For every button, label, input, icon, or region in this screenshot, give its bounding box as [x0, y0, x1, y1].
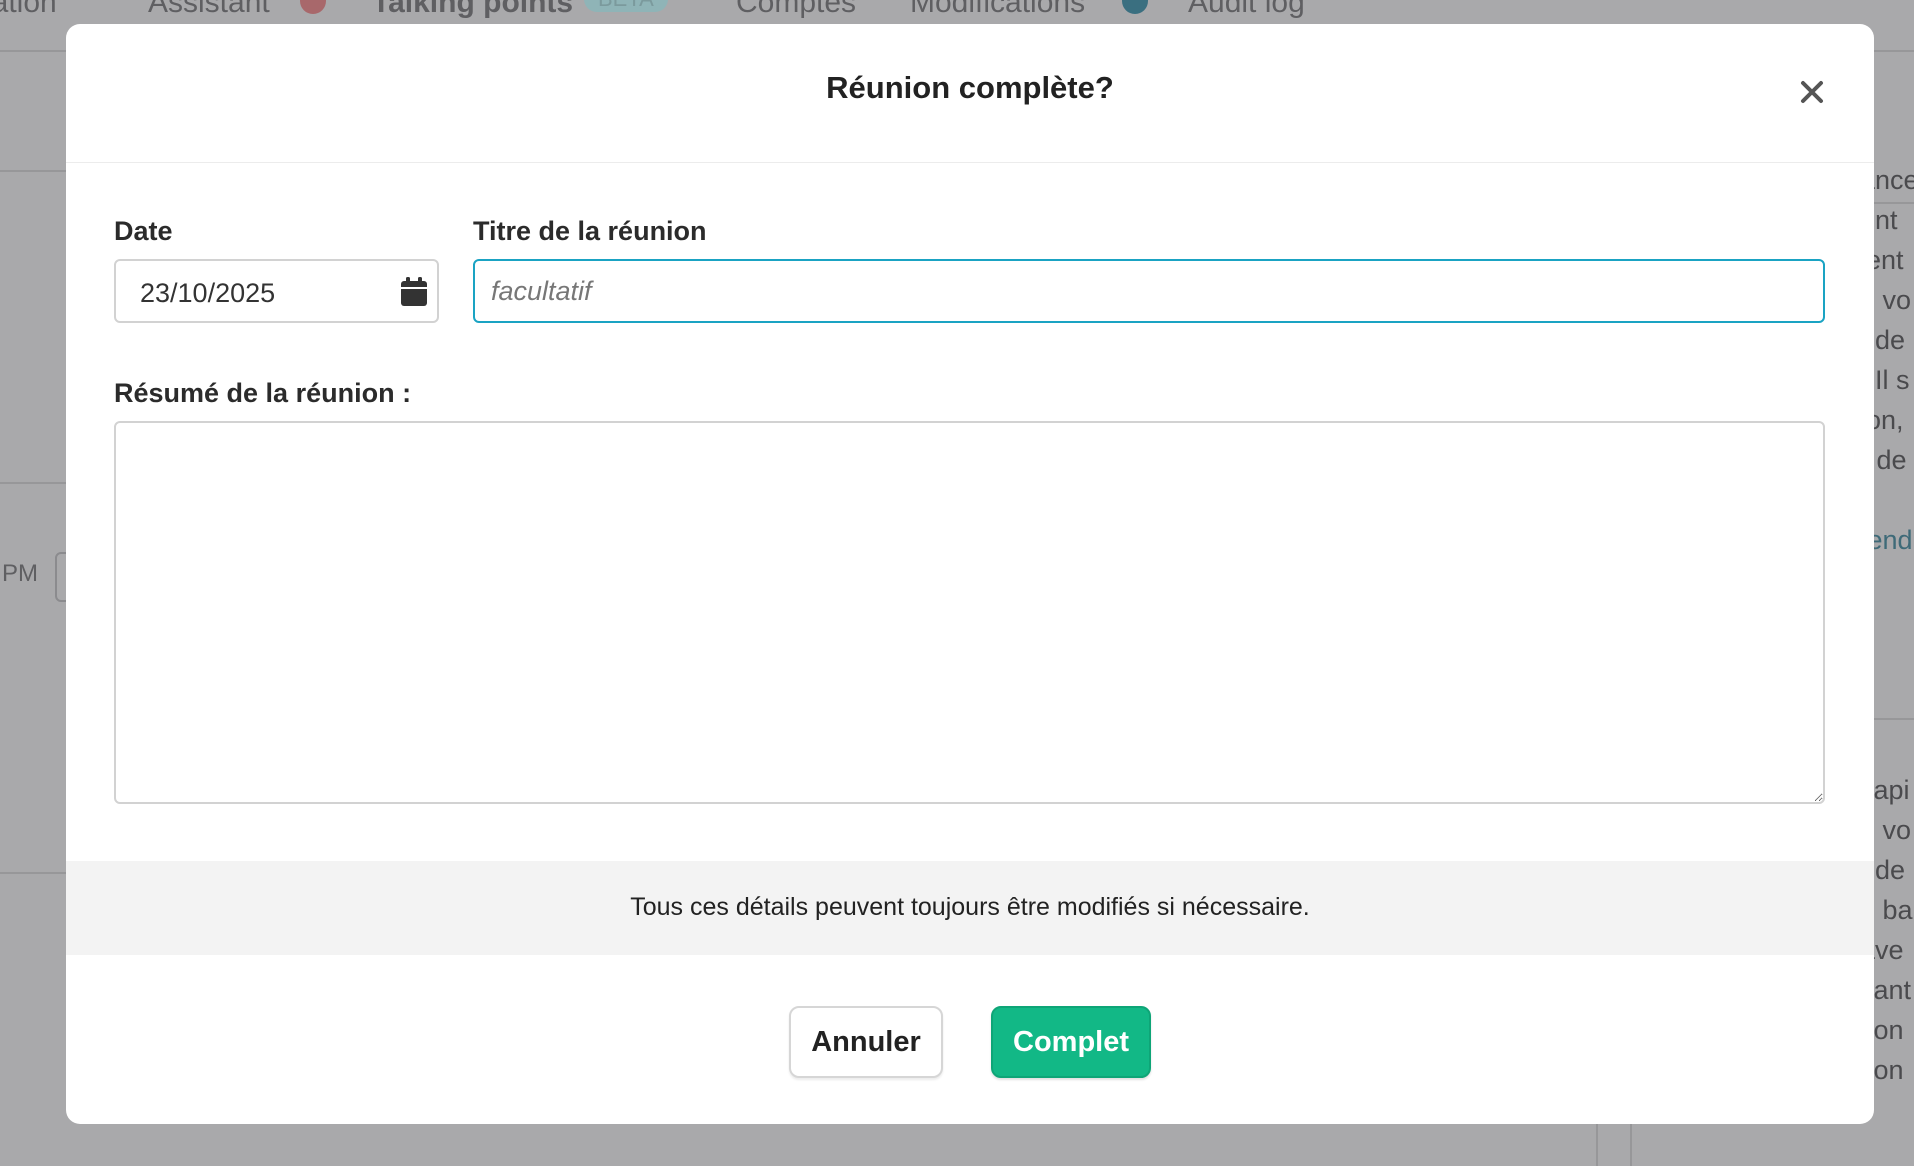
cancel-button[interactable]: Annuler	[789, 1006, 943, 1078]
bg-divider	[0, 872, 66, 874]
calendar-icon[interactable]	[400, 277, 428, 307]
bg-nav-item: Comptes	[736, 0, 857, 19]
complete-button[interactable]: Complet	[991, 1006, 1151, 1078]
date-value: 23/10/2025	[140, 278, 276, 308]
bg-divider	[0, 170, 66, 172]
summary-label: Résumé de la réunion :	[114, 378, 412, 408]
close-icon	[1801, 81, 1823, 103]
bg-divider	[0, 482, 66, 484]
bg-nav-item: Talking points	[372, 0, 574, 19]
info-band: Tous ces détails peuvent toujours être m…	[66, 861, 1874, 955]
dialog-header: Réunion complète?	[66, 24, 1874, 163]
bg-nav-badge-dot	[300, 0, 326, 14]
bg-nav-badge-dot	[1122, 0, 1148, 14]
bg-divider	[1630, 1124, 1632, 1166]
bg-time-fragment: PM	[2, 560, 38, 587]
date-field[interactable]: 23/10/2025	[114, 259, 439, 323]
bg-nav-item: ication	[0, 0, 57, 19]
bg-nav-item: Modifications	[910, 0, 1086, 19]
meeting-title-label: Titre de la réunion	[473, 216, 707, 246]
date-label: Date	[114, 216, 173, 246]
bg-divider	[1596, 1124, 1598, 1166]
bg-nav-item: Assistant	[148, 0, 270, 19]
bg-nav-beta-pill: BETA	[584, 0, 668, 12]
dialog-title: Réunion complète?	[826, 70, 1114, 105]
meeting-title-input[interactable]	[473, 259, 1825, 323]
info-text: Tous ces détails peuvent toujours être m…	[630, 893, 1310, 921]
summary-textarea[interactable]	[114, 421, 1825, 804]
close-button[interactable]	[1792, 72, 1832, 112]
meeting-complete-dialog: Réunion complète? Date 23/10/2025 Titre …	[66, 24, 1874, 1124]
bg-divider	[1874, 718, 1914, 720]
bg-nav-item: Audit log	[1188, 0, 1305, 19]
